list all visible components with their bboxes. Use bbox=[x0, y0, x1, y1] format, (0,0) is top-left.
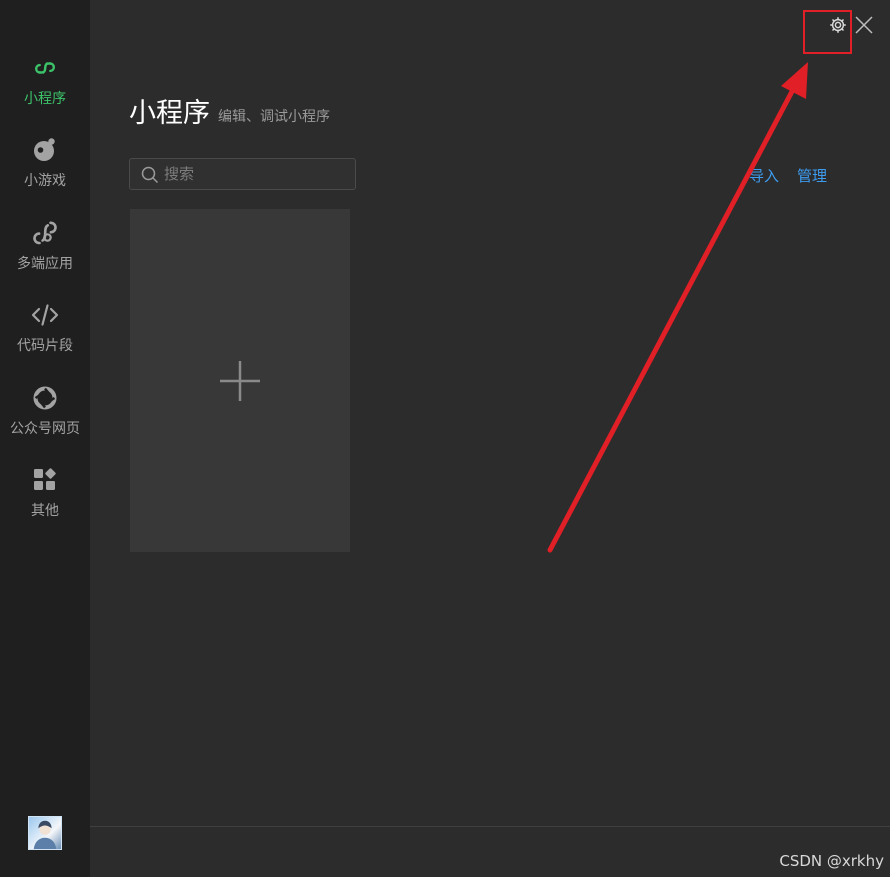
sidebar-item-multi-platform[interactable]: 多端应用 bbox=[0, 219, 90, 289]
official-account-web-icon bbox=[31, 384, 59, 412]
code-snippet-icon bbox=[31, 301, 59, 329]
sidebar-item-others[interactable]: 其他 bbox=[0, 466, 90, 536]
watermark: CSDN @xrkhy bbox=[779, 852, 884, 870]
sidebar-item-mini-program[interactable]: 小程序 bbox=[0, 54, 90, 124]
avatar[interactable] bbox=[28, 816, 62, 850]
sidebar-item-label: 其他 bbox=[31, 503, 59, 519]
search-box[interactable] bbox=[129, 158, 356, 190]
user-avatar-image bbox=[33, 820, 57, 849]
mini-game-icon bbox=[31, 136, 59, 164]
plus-icon bbox=[220, 361, 260, 401]
page-subtitle: 编辑、调试小程序 bbox=[218, 109, 330, 125]
import-link[interactable]: 导入 bbox=[749, 165, 779, 186]
page-title: 小程序 bbox=[129, 98, 210, 129]
sidebar-item-official-account-web[interactable]: 公众号网页 bbox=[0, 384, 90, 454]
footer-divider bbox=[90, 826, 890, 827]
manage-link[interactable]: 管理 bbox=[797, 165, 827, 186]
search-input[interactable] bbox=[164, 159, 349, 189]
annotation-highlight-box bbox=[803, 10, 852, 54]
sidebar-item-label: 小游戏 bbox=[24, 173, 66, 189]
search-icon bbox=[141, 166, 159, 184]
others-icon bbox=[31, 466, 59, 494]
sidebar: 小程序 小游戏 多端应用 代码片段 公众号网页 其他 bbox=[0, 0, 90, 877]
sidebar-item-label: 小程序 bbox=[24, 91, 66, 107]
close-icon bbox=[855, 16, 873, 34]
mini-program-icon bbox=[31, 54, 59, 82]
sidebar-item-label: 代码片段 bbox=[17, 338, 73, 354]
app-window: 小程序 小游戏 多端应用 代码片段 公众号网页 其他 小程序 编辑、调试小程序 … bbox=[0, 0, 890, 877]
sidebar-item-label: 多端应用 bbox=[17, 256, 73, 272]
new-project-card[interactable] bbox=[130, 209, 350, 552]
close-button[interactable] bbox=[854, 15, 874, 35]
sidebar-item-code-snippet[interactable]: 代码片段 bbox=[0, 301, 90, 371]
sidebar-item-mini-game[interactable]: 小游戏 bbox=[0, 136, 90, 206]
multi-platform-icon bbox=[31, 219, 59, 247]
sidebar-item-label: 公众号网页 bbox=[10, 421, 80, 437]
